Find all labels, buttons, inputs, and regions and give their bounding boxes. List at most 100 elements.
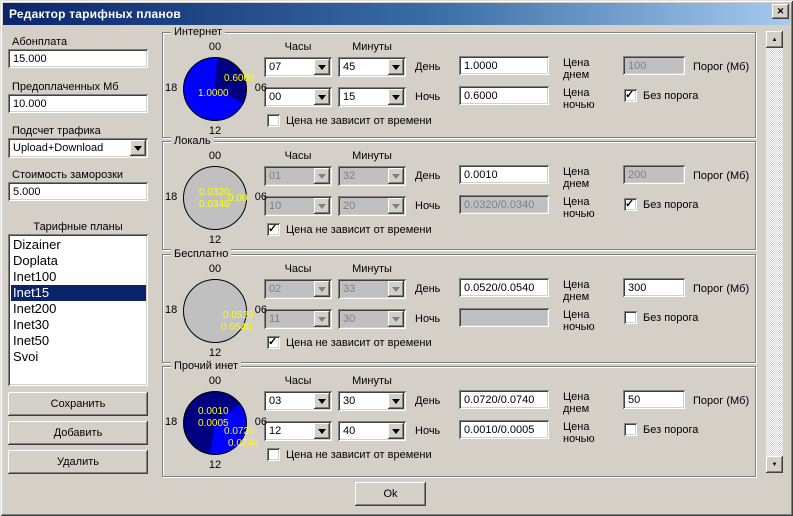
traffic-count-label: Подсчет трафика [12, 125, 101, 137]
tariff-plans-list[interactable]: Dizainer Doplata Inet100 Inet15 Inet200 … [8, 234, 148, 386]
day-hour-value: 01 [269, 170, 281, 182]
time-independent-checkbox[interactable]: ✓ [267, 336, 280, 349]
chevron-down-icon [318, 65, 326, 74]
day-row-label: День [415, 283, 440, 295]
time-independent-label: Цена не зависит от времени [286, 449, 432, 461]
dropdown-arrow-icon [314, 311, 330, 327]
night-minute-select[interactable]: 40 [338, 421, 406, 441]
dropdown-arrow-icon[interactable] [314, 89, 330, 105]
threshold-field[interactable]: 300 [623, 278, 685, 297]
night-hour-select[interactable]: 00 [264, 87, 332, 107]
day-hour-select[interactable]: 03 [264, 391, 332, 411]
threshold-field[interactable]: 50 [623, 390, 685, 409]
clock-18-label: 18 [165, 191, 177, 203]
list-item[interactable]: Doplata [11, 253, 146, 269]
dropdown-arrow-icon[interactable] [388, 423, 404, 439]
no-threshold-checkbox[interactable]: ✓ [624, 311, 637, 324]
night-hour-value: 10 [269, 200, 281, 212]
night-row-label: Ночь [415, 91, 440, 103]
time-clock: 00 18 06 12 0.6000 1.0000 [183, 57, 247, 121]
save-button[interactable]: Сохранить [8, 392, 148, 416]
traffic-count-select[interactable]: Upload+Download [8, 138, 148, 158]
list-item[interactable]: Inet30 [11, 317, 146, 333]
clock-18-label: 18 [165, 82, 177, 94]
day-hour-select[interactable]: 07 [264, 57, 332, 77]
night-price-field[interactable]: 0.0010/0.0005 [459, 420, 549, 439]
abonplata-field[interactable]: 15.000 [8, 49, 148, 68]
clock-00-label: 00 [183, 41, 247, 53]
list-item[interactable]: Inet200 [11, 301, 146, 317]
time-independent-checkbox[interactable]: ✓ [267, 223, 280, 236]
prepaid-mb-field[interactable]: 10.000 [8, 94, 148, 113]
night-price-field: 0.0320/0.0340 [459, 195, 549, 214]
day-minute-select[interactable]: 30 [338, 391, 406, 411]
dropdown-arrow-icon[interactable] [130, 140, 146, 156]
night-row-label: Ночь [415, 313, 440, 325]
night-minute-value: 30 [343, 313, 355, 325]
vertical-scrollbar[interactable] [766, 31, 783, 473]
ok-button[interactable]: Ok [355, 482, 426, 506]
day-hour-select: 02 [264, 279, 332, 299]
chevron-down-icon [392, 204, 400, 213]
titlebar: Редактор тарифных планов [3, 3, 790, 25]
add-button[interactable]: Добавить [8, 421, 148, 445]
no-threshold-label: Без порога [643, 90, 698, 102]
time-independent-checkbox[interactable]: ✓ [267, 114, 280, 127]
threshold-label: Порог (Мб) [693, 283, 749, 295]
day-price-field[interactable]: 1.0000 [459, 56, 549, 75]
hours-header: Часы [264, 375, 332, 387]
day-minute-value: 30 [343, 395, 355, 407]
threshold-label: Порог (Мб) [693, 170, 749, 182]
threshold-label: Порог (Мб) [693, 395, 749, 407]
dropdown-arrow-icon[interactable] [314, 59, 330, 75]
price-night-label: Цена ночью [563, 309, 607, 333]
night-row-label: Ночь [415, 200, 440, 212]
clock-00-label: 00 [183, 150, 247, 162]
no-threshold-checkbox[interactable]: ✓ [624, 89, 637, 102]
no-threshold-checkbox[interactable]: ✓ [624, 423, 637, 436]
night-price-field[interactable]: 0.6000 [459, 86, 549, 105]
day-price-field[interactable]: 0.0720/0.0740 [459, 390, 549, 409]
night-minute-select[interactable]: 15 [338, 87, 406, 107]
chevron-down-icon [392, 317, 400, 326]
threshold-field: 200 [623, 165, 685, 184]
day-price-field[interactable]: 0.0010 [459, 165, 549, 184]
close-button[interactable]: ✕ [772, 4, 789, 19]
prepaid-mb-label: Предоплаченных Мб [12, 81, 119, 93]
group-internet: Интернет 00 18 06 12 0.6000 1.0000 Часы … [162, 32, 756, 138]
day-hour-value: 03 [269, 395, 281, 407]
delete-button[interactable]: Удалить [8, 450, 148, 474]
no-threshold-label: Без порога [643, 199, 698, 211]
night-hour-select[interactable]: 12 [264, 421, 332, 441]
list-item[interactable]: Dizainer [11, 237, 146, 253]
dropdown-arrow-icon[interactable] [388, 89, 404, 105]
list-item[interactable]: Svoi [11, 349, 146, 365]
chevron-down-icon [318, 204, 326, 213]
scroll-up-button[interactable]: ▲ [766, 31, 783, 48]
dropdown-arrow-icon[interactable] [388, 59, 404, 75]
dropdown-arrow-icon[interactable] [314, 423, 330, 439]
time-independent-checkbox[interactable]: ✓ [267, 448, 280, 461]
day-price-field[interactable]: 0.0520/0.0540 [459, 278, 549, 297]
list-item-selected[interactable]: Inet15 [11, 285, 146, 301]
scroll-down-button[interactable]: ▼ [766, 456, 783, 473]
dropdown-arrow-icon[interactable] [388, 393, 404, 409]
list-item[interactable]: Inet50 [11, 333, 146, 349]
list-item[interactable]: Inet100 [11, 269, 146, 285]
check-icon: ✓ [625, 197, 634, 210]
chevron-down-icon [318, 287, 326, 296]
chevron-down-icon [392, 65, 400, 74]
day-minute-value: 45 [343, 61, 355, 73]
night-price-field [459, 308, 549, 327]
no-threshold-checkbox[interactable]: ✓ [624, 198, 637, 211]
freeze-cost-field[interactable]: 5.000 [8, 182, 148, 201]
time-clock: 00 18 06 12 0.0010 0.0005 0.0720 0.0740 [183, 391, 247, 455]
threshold-field: 100 [623, 56, 685, 75]
no-threshold-label: Без порога [643, 312, 698, 324]
dropdown-arrow-icon[interactable] [314, 393, 330, 409]
time-clock: 00 18 06 12 0.0320 0.0340 0.00 [183, 166, 247, 230]
group-title: Локаль [171, 135, 214, 147]
night-hour-value: 00 [269, 91, 281, 103]
day-night-pie-chart: 0.6000 1.0000 [183, 57, 247, 121]
day-minute-select[interactable]: 45 [338, 57, 406, 77]
